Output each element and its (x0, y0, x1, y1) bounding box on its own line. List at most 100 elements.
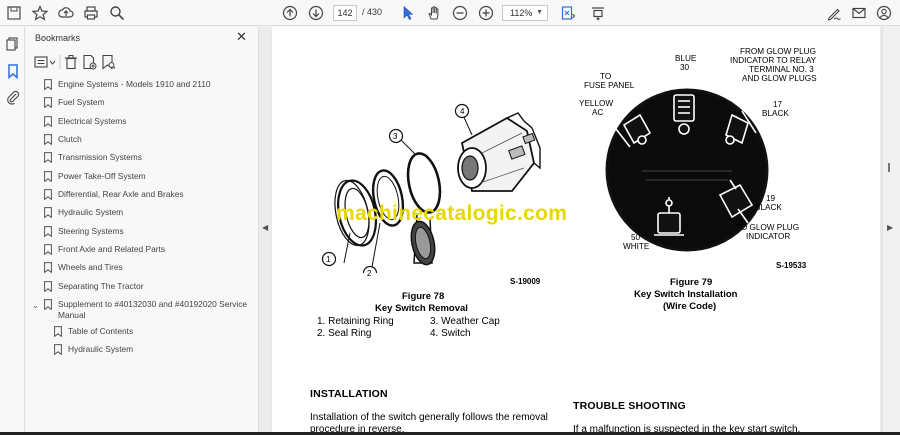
bookmark-label: Engine Systems - Models 1910 and 2110 (58, 79, 211, 89)
label-glow-relay-1: FROM GLOW PLUG (740, 47, 816, 56)
label-19: 19 (766, 194, 776, 203)
label-glow-relay-4: AND GLOW PLUGS (742, 74, 817, 83)
next-page-icon[interactable] (306, 3, 326, 23)
account-icon[interactable] (874, 3, 894, 23)
fig78-legend-item-3: 3. Weather Cap (430, 316, 500, 327)
find-bookmark-icon[interactable] (102, 54, 116, 70)
label-30: 30 (680, 63, 690, 72)
chevron-down-icon: ▼ (536, 9, 543, 16)
bookmark-icon (44, 226, 52, 237)
bookmark-label: Fuel System (58, 97, 105, 107)
attachments-icon[interactable] (3, 87, 23, 107)
delete-bookmark-icon[interactable] (65, 55, 77, 70)
bookmark-icon (44, 244, 52, 255)
label-black-19: BLACK (755, 203, 782, 212)
fig79-caption-number: Figure 79 (670, 277, 713, 288)
switch-drawing (457, 112, 541, 192)
bookmark-icon (44, 152, 52, 163)
label-black-17: BLACK (762, 109, 789, 118)
vertical-scrollbar[interactable]: ▶ (882, 27, 900, 435)
chevron-down-icon[interactable]: ⌄ (32, 300, 39, 311)
bookmark-icon (44, 262, 52, 273)
fig78-legend-item-2: 2. Seal Ring (317, 328, 372, 339)
save-icon[interactable] (4, 3, 24, 23)
new-bookmark-icon[interactable] (83, 54, 97, 70)
label-50: 50 (631, 233, 641, 242)
bookmark-icon (44, 79, 52, 90)
main-toolbar: 142 / 430 112% ▼ (0, 0, 900, 26)
bookmark-icon (44, 281, 52, 292)
label-to: TO (600, 72, 612, 81)
bookmark-label: Hydraulic System (58, 207, 124, 217)
fig78-caption-title: Key Switch Removal (375, 303, 468, 314)
bookmark-icon (44, 299, 52, 310)
bookmark-icon (54, 326, 62, 337)
bookmark-icon (44, 134, 52, 145)
page-thumbnails-icon[interactable] (3, 34, 23, 54)
bookmark-star-icon[interactable] (30, 3, 50, 23)
bookmark-label: Steering Systems (58, 226, 124, 236)
panel-splitter[interactable]: ◀ (258, 27, 270, 435)
bookmark-label: Differential, Rear Axle and Brakes (58, 189, 184, 199)
hand-tool-icon[interactable] (424, 3, 444, 23)
label-fuse-panel: FUSE PANEL (584, 81, 635, 90)
zoom-out-icon[interactable] (450, 3, 470, 23)
search-icon[interactable] (107, 3, 127, 23)
bookmark-label: Front Axle and Related Parts (58, 244, 166, 254)
bookmark-icon (44, 97, 52, 108)
fig79-code: S-19533 (776, 261, 807, 270)
bookmark-options-icon[interactable] (34, 56, 56, 68)
watermark-text: machinecatalogic.com (336, 202, 568, 225)
select-cursor-icon[interactable] (398, 3, 418, 23)
expand-panel-icon[interactable]: ▶ (887, 223, 893, 232)
page-number-input[interactable]: 142 (333, 5, 357, 21)
bookmark-label: Power Take-Off System (58, 171, 146, 181)
document-view[interactable]: 1 2 3 4 S-19009 Figure 78 Key Switch Rem… (270, 27, 882, 435)
sign-pen-icon[interactable] (824, 3, 844, 23)
bookmark-label: Table of Contents (68, 326, 134, 336)
bookmark-label: Hydraulic System (68, 344, 134, 354)
callout-3: 3 (393, 132, 398, 141)
close-icon[interactable]: ✕ (236, 29, 247, 45)
bookmark-label: Supplement to #40132030 and #40192020 Se… (58, 299, 248, 320)
scrollbar-thumb[interactable] (888, 163, 890, 172)
callout-1: 1 (326, 255, 331, 264)
fig79-caption-title: Key Switch Installation (634, 289, 738, 300)
previous-page-icon[interactable] (280, 3, 300, 23)
bookmarks-panel-icon[interactable] (3, 61, 23, 81)
bookmark-label: Clutch (58, 134, 82, 144)
bookmark-label: Electrical Systems (58, 116, 127, 126)
bookmark-label: Wheels and Tires (58, 262, 123, 272)
email-icon[interactable] (849, 3, 869, 23)
fig79-caption-sub: (Wire Code) (663, 301, 717, 312)
cloud-upload-icon[interactable] (56, 3, 76, 23)
zoom-level-select[interactable]: 112% ▼ (502, 5, 548, 21)
figure-78-illustration (321, 103, 541, 273)
label-blue: BLUE (675, 54, 697, 63)
bookmark-tools (34, 54, 144, 72)
bookmark-icon (54, 344, 62, 355)
fig78-legend-item-1: 1. Retaining Ring (317, 316, 394, 327)
installation-text-line-1: Installation of the switch generally fol… (310, 412, 548, 423)
pdf-page: 1 2 3 4 S-19009 Figure 78 Key Switch Rem… (272, 27, 880, 435)
page-view-icon[interactable] (588, 3, 608, 23)
label-glow-relay-3: TERMINAL NO. 3 (749, 65, 814, 74)
fig78-legend-item-4: 4. Switch (430, 328, 471, 339)
bookmark-icon (44, 207, 52, 218)
collapse-panel-icon[interactable]: ◀ (262, 223, 268, 232)
print-icon[interactable] (81, 3, 101, 23)
trouble-shooting-heading: TROUBLE SHOOTING (573, 400, 686, 412)
bookmark-label: Transmission Systems (58, 152, 142, 162)
bookmark-icon (44, 189, 52, 200)
fit-page-icon[interactable] (558, 3, 578, 23)
bookmark-icon (44, 171, 52, 182)
label-indicator: INDICATOR (746, 232, 791, 241)
zoom-in-icon[interactable] (476, 3, 496, 23)
label-ac: AC (592, 108, 604, 117)
bookmarks-panel: Bookmarks ✕ Engine Systems - Models 1910… (26, 27, 258, 435)
label-to-glow-plug: TO GLOW PLUG (736, 223, 800, 232)
callout-4: 4 (460, 107, 465, 116)
callout-2: 2 (367, 269, 372, 278)
label-17: 17 (773, 100, 783, 109)
label-glow-relay-2: INDICATOR TO RELAY (730, 56, 817, 65)
